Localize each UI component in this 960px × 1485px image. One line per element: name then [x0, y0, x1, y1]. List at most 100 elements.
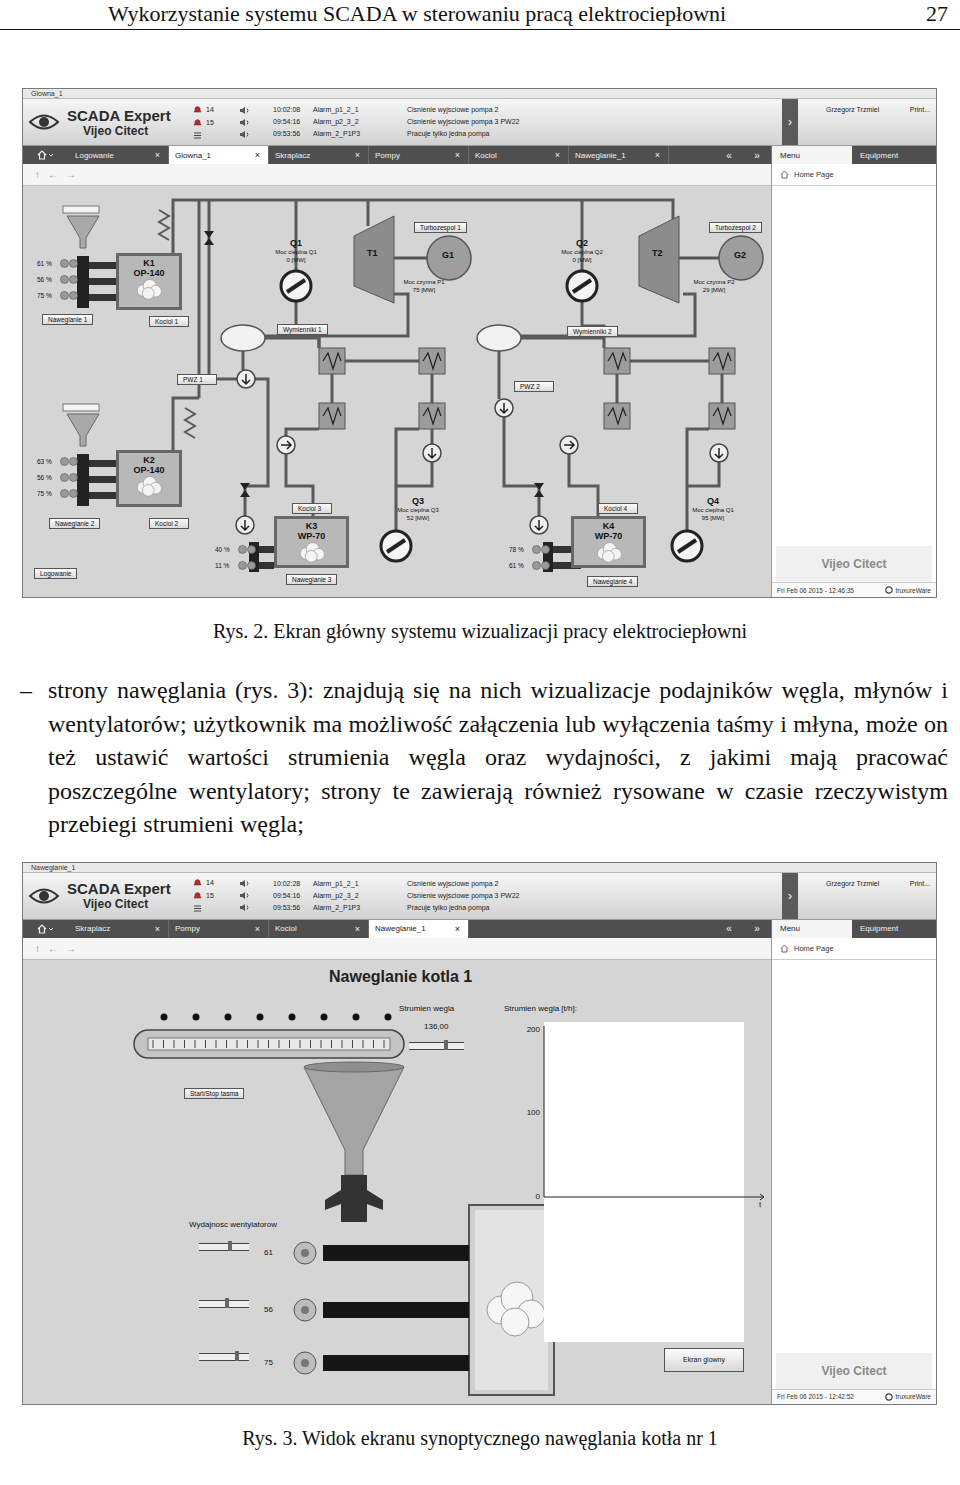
nav-button[interactable]: ↑	[35, 943, 40, 954]
heat-valve-icon[interactable]	[381, 531, 411, 561]
tab[interactable]: Skraplacz×	[269, 146, 369, 164]
expand-button[interactable]: ›	[782, 99, 798, 145]
tab[interactable]: Pompy×	[169, 920, 269, 938]
alarm-count[interactable]: 14	[193, 878, 239, 888]
boiler-button[interactable]: Kociol 2	[149, 518, 189, 529]
tab-close[interactable]: ×	[255, 924, 260, 934]
speaker-icon[interactable]	[239, 106, 251, 115]
pump-icon[interactable]	[277, 436, 295, 454]
print-button[interactable]: Print...	[910, 105, 930, 114]
nav-button[interactable]: ←	[48, 169, 58, 180]
pump-icon[interactable]	[710, 444, 728, 462]
tab-close[interactable]: ×	[655, 150, 660, 160]
adjust-knob-icon[interactable]	[238, 545, 256, 554]
slider-knob[interactable]	[235, 1351, 239, 1361]
tab-close[interactable]: ×	[455, 150, 460, 160]
menu-button[interactable]	[23, 146, 69, 164]
valve-icon[interactable]	[240, 483, 250, 497]
adjust-knob-icon[interactable]	[60, 473, 78, 482]
adjust-knob-icon[interactable]	[60, 489, 78, 498]
tab[interactable]: Naweglanie_1×	[569, 146, 669, 164]
boiler[interactable]: K3WP-70	[274, 516, 349, 568]
adjust-knob-icon[interactable]	[532, 561, 550, 570]
boiler-button[interactable]: Kociol 3	[292, 503, 332, 514]
side-tab[interactable]: Menu	[772, 146, 852, 164]
tab-close[interactable]: ×	[355, 150, 360, 160]
fan-slider[interactable]	[199, 1353, 249, 1361]
boiler[interactable]: K4WP-70	[571, 516, 646, 568]
menu-icon[interactable]	[37, 924, 55, 934]
exchangers-button[interactable]: Wymienniki 2	[567, 326, 618, 337]
boiler[interactable]: K2OP-140	[116, 450, 182, 507]
valve-icon[interactable]	[534, 483, 544, 497]
fan-slider[interactable]	[199, 1300, 249, 1308]
coal-feed-button[interactable]: Naweglanie 3	[286, 574, 337, 585]
heat-valve-icon[interactable]	[281, 271, 311, 301]
tab-close[interactable]: ×	[155, 924, 160, 934]
speaker-icon[interactable]	[239, 903, 251, 912]
nav-button[interactable]: →	[66, 169, 76, 180]
boiler[interactable]: K1OP-140	[116, 253, 182, 310]
adjust-knob-icon[interactable]	[238, 561, 256, 570]
tab-scroll-button[interactable]: «	[715, 920, 743, 938]
adjust-knob-icon[interactable]	[532, 545, 550, 554]
turboset-button[interactable]: Turbozespol 1	[414, 222, 467, 233]
heat-valve-icon[interactable]	[567, 271, 597, 301]
belt-start-stop-button[interactable]: Start/Stop tasma	[184, 1088, 244, 1099]
print-button[interactable]: Print...	[910, 879, 930, 888]
pump-icon[interactable]	[530, 516, 548, 534]
speaker-icon[interactable]	[239, 891, 251, 900]
boiler-button[interactable]: Kociol 4	[598, 503, 638, 514]
coal-feed-button[interactable]: Naweglanie 4	[587, 576, 638, 587]
adjust-knob-icon[interactable]	[60, 291, 78, 300]
adjust-knob-icon[interactable]	[60, 259, 78, 268]
pwz-button[interactable]: PWZ 1	[177, 374, 217, 385]
coal-feed-button[interactable]: Naweglanie 2	[49, 518, 100, 529]
speaker-icon[interactable]	[239, 118, 251, 127]
tab[interactable]: Logowanie×	[69, 146, 169, 164]
pump-icon[interactable]	[237, 370, 255, 388]
side-tab[interactable]: Equipment	[852, 146, 932, 164]
menu-button[interactable]	[23, 920, 69, 938]
valve-icon[interactable]	[204, 231, 214, 245]
speaker-icon[interactable]	[239, 130, 251, 139]
pump-icon[interactable]	[423, 444, 441, 462]
tab[interactable]: Pompy×	[369, 146, 469, 164]
tab-close[interactable]: ×	[355, 924, 360, 934]
flow-slider[interactable]	[409, 1042, 464, 1050]
exchangers-button[interactable]: Wymienniki 1	[277, 324, 328, 335]
adjust-knob-icon[interactable]	[60, 457, 78, 466]
main-screen-button[interactable]: Ekran glowny	[664, 1348, 744, 1372]
nav-button[interactable]: ↑	[35, 169, 40, 180]
alarm-count[interactable]: 15	[193, 117, 239, 127]
expand-button[interactable]: ›	[782, 873, 798, 919]
coal-feed-button[interactable]: Naweglanie 1	[42, 314, 93, 325]
adjust-knob-icon[interactable]	[60, 275, 78, 284]
heat-valve-icon[interactable]	[672, 531, 702, 561]
speaker-icon[interactable]	[239, 879, 251, 888]
boiler-button[interactable]: Kociol 1	[149, 316, 189, 327]
side-tab[interactable]: Menu	[772, 920, 852, 938]
slider-knob[interactable]	[444, 1040, 448, 1050]
tab-close[interactable]: ×	[455, 924, 460, 934]
alarm-count[interactable]: 14	[193, 104, 239, 114]
slider-knob[interactable]	[225, 1298, 229, 1308]
alarm-list-button[interactable]	[193, 130, 239, 140]
tab-close[interactable]: ×	[255, 150, 260, 160]
tab-scroll-button[interactable]: »	[743, 920, 771, 938]
tab[interactable]: Kociol×	[269, 920, 369, 938]
tab[interactable]: Skraplacz×	[69, 920, 169, 938]
tab[interactable]: Kociol×	[469, 146, 569, 164]
turboset-button[interactable]: Turbozespol 2	[709, 222, 762, 233]
tab-scroll-button[interactable]: »	[743, 146, 771, 164]
tab[interactable]: Naweglanie_1×	[369, 920, 469, 938]
nav-button[interactable]: ←	[48, 943, 58, 954]
pump-icon[interactable]	[560, 436, 578, 454]
alarm-list-button[interactable]	[193, 904, 239, 914]
tab[interactable]: Glowna_1×	[169, 146, 269, 164]
fan-slider[interactable]	[199, 1243, 249, 1251]
pump-icon[interactable]	[236, 516, 254, 534]
nav-button[interactable]: →	[66, 943, 76, 954]
login-button[interactable]: Logowanie	[34, 568, 77, 579]
pwz-button[interactable]: PWZ 2	[514, 381, 554, 392]
